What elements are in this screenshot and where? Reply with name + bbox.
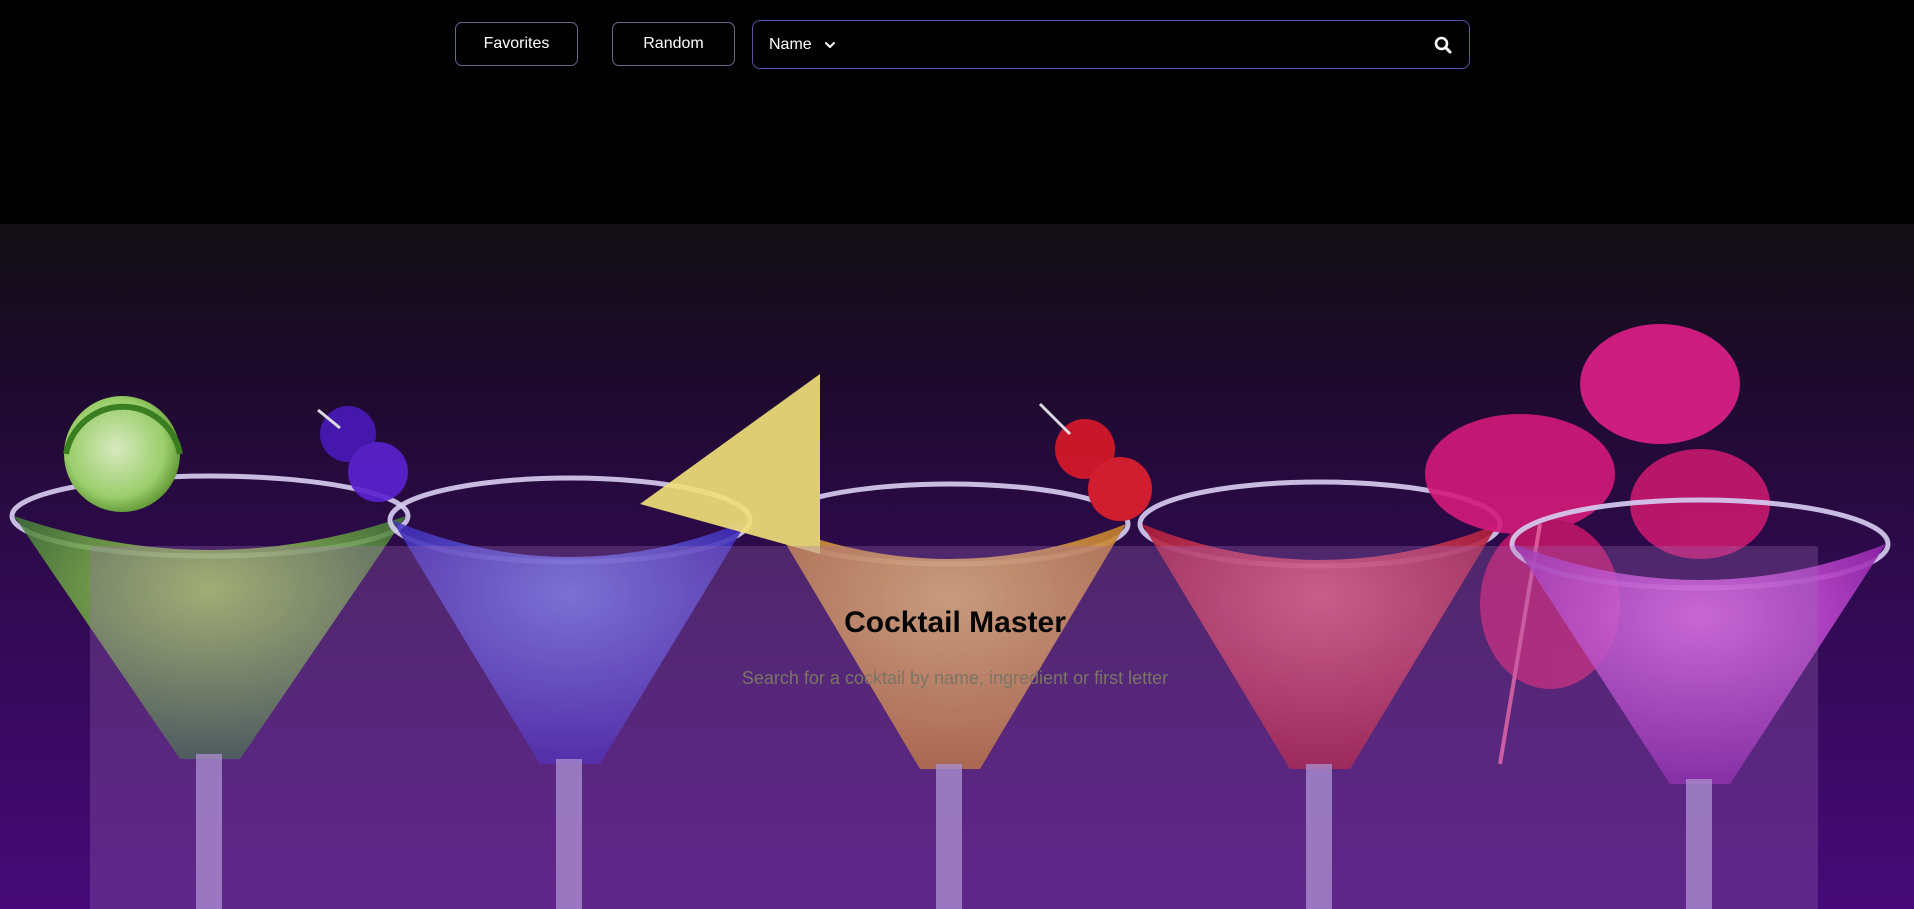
search-input[interactable] xyxy=(847,20,1433,69)
top-navbar: Favorites Random Name xyxy=(0,0,1914,224)
search-mode-select[interactable]: Name xyxy=(769,36,836,54)
search-icon[interactable] xyxy=(1433,35,1453,55)
chevron-down-icon xyxy=(824,41,836,49)
page-title: Cocktail Master xyxy=(844,606,1066,639)
hero-section: Cocktail Master Search for a cocktail by… xyxy=(0,224,1914,909)
search-bar: Name xyxy=(752,20,1470,69)
hero-overlay-panel xyxy=(90,546,1818,909)
random-button[interactable]: Random xyxy=(612,22,735,66)
favorites-button[interactable]: Favorites xyxy=(455,22,578,66)
page-subtitle: Search for a cocktail by name, ingredien… xyxy=(741,668,1169,688)
favorites-button-label: Favorites xyxy=(483,35,550,52)
search-mode-value: Name xyxy=(769,35,812,53)
random-button-label: Random xyxy=(643,35,704,52)
